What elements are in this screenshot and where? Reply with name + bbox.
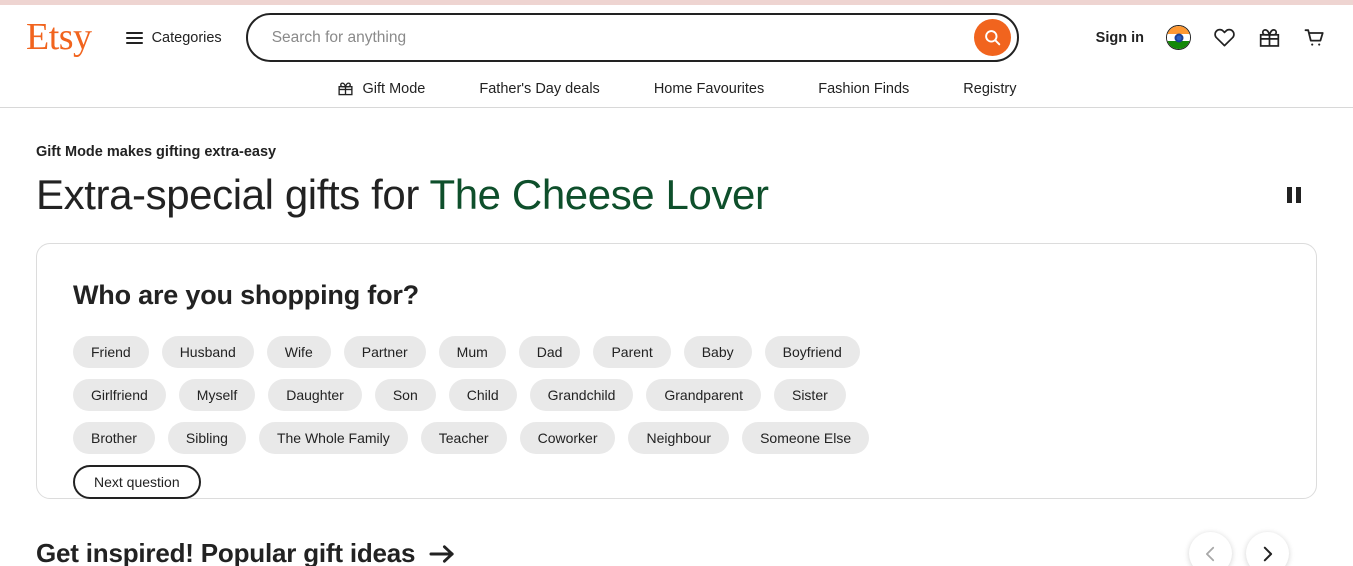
quiz-chip[interactable]: The Whole Family — [258, 422, 408, 455]
subnav-item-registry[interactable]: Registry — [936, 81, 1043, 97]
categories-label: Categories — [151, 29, 222, 46]
quiz-chip[interactable]: Coworker — [519, 422, 616, 455]
quiz-chip[interactable]: Wife — [266, 336, 331, 369]
quiz-chip[interactable]: Partner — [343, 336, 426, 369]
next-question-button[interactable]: Next question — [73, 465, 201, 500]
subnav-item-home-favourites[interactable]: Home Favourites — [627, 81, 791, 97]
cart-button[interactable] — [1303, 26, 1327, 50]
carousel-controls — [1189, 532, 1317, 566]
quiz-chip[interactable]: Sister — [773, 379, 846, 412]
quiz-chip[interactable]: Teacher — [420, 422, 507, 455]
subnav-item-fashion-finds[interactable]: Fashion Finds — [791, 81, 936, 97]
popular-gift-ideas-label: Get inspired! Popular gift ideas — [36, 538, 416, 566]
quiz-chip[interactable]: Myself — [178, 379, 256, 412]
gift-registry-button[interactable] — [1258, 26, 1281, 49]
gift-mode-eyebrow: Gift Mode makes gifting extra-easy — [36, 144, 277, 160]
quiz-chip[interactable]: Husband — [161, 336, 254, 369]
chevron-right-icon — [1263, 546, 1273, 562]
site-header: Etsy Categories Sign in — [0, 5, 1353, 108]
quiz-chip[interactable]: Sibling — [167, 422, 246, 455]
gift-icon — [337, 82, 353, 96]
quiz-chip[interactable]: Brother — [73, 422, 155, 455]
quiz-chip[interactable]: Daughter — [268, 379, 362, 412]
subnav-item-gift-mode[interactable]: Gift Mode — [310, 80, 453, 97]
quiz-question: Who are you shopping for? — [73, 280, 419, 311]
etsy-logo[interactable]: Etsy — [26, 18, 92, 56]
carousel-next-button[interactable] — [1246, 532, 1289, 566]
popular-gift-ideas-row: Get inspired! Popular gift ideas — [36, 532, 1317, 566]
india-flag-icon[interactable] — [1166, 25, 1191, 50]
hamburger-icon — [125, 31, 143, 44]
subnav-label: Gift Mode — [362, 80, 426, 97]
headline-persona: The Cheese Lover — [429, 171, 769, 218]
gift-quiz-card: Who are you shopping for? Friend Husband… — [36, 243, 1317, 500]
quiz-chip[interactable]: Son — [374, 379, 436, 412]
cart-icon — [1304, 28, 1324, 46]
search-bar[interactable] — [245, 13, 1019, 62]
quiz-chip[interactable]: Parent — [593, 336, 671, 369]
quiz-chip[interactable]: Dad — [518, 336, 581, 369]
quiz-chip[interactable]: Baby — [683, 336, 752, 369]
arrow-right-icon — [429, 545, 454, 563]
quiz-chip[interactable]: Grandchild — [529, 379, 634, 412]
pause-icon-bar-left — [1287, 186, 1292, 203]
gift-icon — [1259, 28, 1280, 47]
heart-icon — [1214, 28, 1235, 47]
headline-prefix: Extra-special gifts for — [36, 171, 430, 218]
carousel-prev-button[interactable] — [1189, 532, 1232, 566]
search-input[interactable] — [271, 28, 974, 47]
header-main-row: Etsy Categories Sign in — [0, 5, 1353, 70]
quiz-chip[interactable]: Friend — [73, 336, 149, 369]
pause-icon-bar-right — [1296, 186, 1301, 203]
quiz-chip[interactable]: Mum — [438, 336, 506, 369]
quiz-chip[interactable]: Child — [448, 379, 517, 412]
quiz-chip[interactable]: Neighbour — [628, 422, 730, 455]
search-submit-button[interactable] — [973, 19, 1011, 56]
favorites-button[interactable] — [1213, 26, 1236, 49]
quiz-chip[interactable]: Girlfriend — [73, 379, 166, 412]
headline-row: Extra-special gifts for The Cheese Lover — [36, 172, 1317, 217]
popular-gift-ideas-link[interactable]: Get inspired! Popular gift ideas — [36, 538, 456, 566]
categories-button[interactable]: Categories — [125, 29, 222, 46]
quiz-chip[interactable]: Grandparent — [646, 379, 761, 412]
main-content: Gift Mode makes gifting extra-easy Extra… — [0, 144, 1353, 566]
page-title: Extra-special gifts for The Cheese Lover — [36, 172, 769, 217]
quiz-chip[interactable]: Someone Else — [742, 422, 870, 455]
quiz-chip[interactable]: Boyfriend — [764, 336, 860, 369]
quiz-option-chips: Friend Husband Wife Partner Mum Dad Pare… — [73, 336, 893, 500]
chevron-left-icon — [1205, 546, 1215, 562]
secondary-navigation: Gift Mode Father's Day deals Home Favour… — [0, 70, 1353, 107]
header-right-actions: Sign in — [1070, 25, 1327, 50]
pause-button[interactable] — [1277, 178, 1311, 212]
sign-in-button[interactable]: Sign in — [1096, 30, 1144, 46]
search-icon — [984, 30, 1000, 46]
subnav-item-fathers-day-deals[interactable]: Father's Day deals — [452, 81, 626, 97]
